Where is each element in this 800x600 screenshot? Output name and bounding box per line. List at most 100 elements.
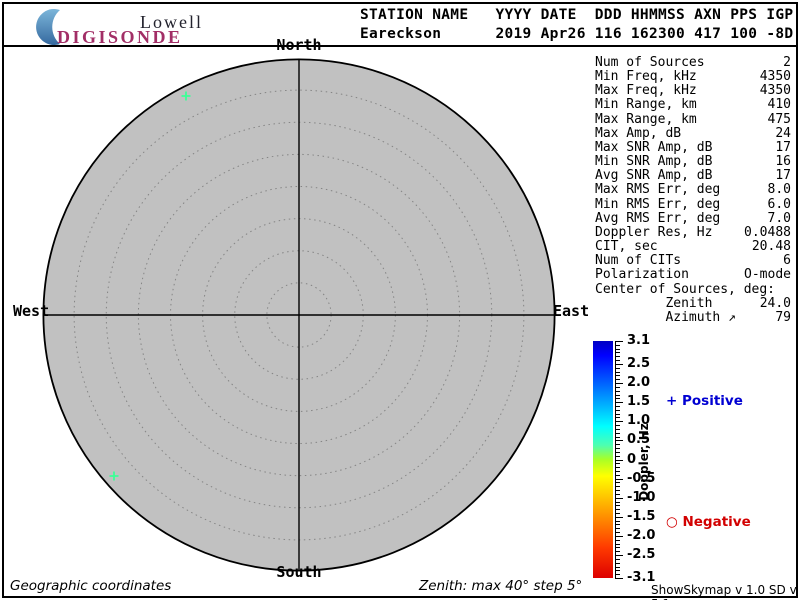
colorbar-minor-tick (615, 482, 620, 484)
colorbar-tick-label: 2.5 (627, 355, 651, 371)
footer-zenith-scale-label: Zenith: max 40° step 5° (419, 578, 583, 594)
colorbar-title: Doppler, Hz (637, 423, 651, 501)
info-row: Avg RMS Err, deg 7.0 (595, 210, 791, 226)
colorbar-major-tick (615, 555, 623, 557)
colorbar-minor-tick (615, 474, 620, 476)
colorbar-tick-label: -1.5 (627, 508, 656, 524)
colorbar-minor-tick (615, 379, 620, 381)
colorbar-major-tick (615, 440, 623, 442)
colorbar-major-tick (615, 363, 623, 365)
colorbar-minor-tick (615, 562, 620, 564)
colorbar-tick-label: -2.5 (627, 547, 656, 563)
colorbar-minor-tick (615, 348, 620, 350)
legend-positive: + Positive (666, 393, 743, 409)
colorbar-minor-tick (615, 551, 620, 553)
compass-south-label: South (276, 563, 322, 581)
colorbar-major-tick (615, 497, 623, 499)
compass-east-label: East (553, 302, 590, 320)
colorbar-minor-tick (615, 520, 620, 522)
skymap-window: Lowell DIGISONDE STATION NAME YYYY DATE … (0, 0, 800, 600)
colorbar-minor-tick (615, 375, 620, 377)
info-row: Max Freq, kHz 4350 (595, 83, 791, 99)
header-column-names: STATION NAME YYYY DATE DDD HHMMSS AXN PP… (360, 7, 794, 23)
compass-north-label: North (276, 36, 322, 54)
info-row: Min Range, km 410 (595, 97, 791, 113)
colorbar-major-tick (615, 421, 623, 423)
info-row: Zenith 24.0 (595, 295, 791, 311)
colorbar-minor-tick (615, 463, 620, 465)
colorbar-minor-tick (615, 539, 620, 541)
colorbar-minor-tick (615, 490, 620, 492)
info-row: Min Freq, kHz 4350 (595, 69, 791, 85)
footer-version-label: ShowSkymap v 1.0 SD v 5.1 (651, 583, 797, 600)
info-row: Max RMS Err, deg 8.0 (595, 182, 791, 198)
colorbar-minor-tick (615, 532, 620, 534)
info-row: Max SNR Amp, dB 17 (595, 139, 791, 155)
colorbar-minor-tick (615, 394, 620, 396)
info-row: Center of Sources, deg: (595, 281, 776, 297)
colorbar-minor-tick (615, 493, 620, 495)
colorbar-minor-tick (615, 524, 620, 526)
info-row: Num of CITs 6 (595, 253, 791, 269)
info-row: Avg SNR Amp, dB 17 (595, 168, 791, 184)
colorbar-minor-tick (615, 360, 620, 362)
colorbar-major-tick (615, 578, 623, 579)
info-row: Doppler Res, Hz 0.0488 (595, 224, 791, 240)
colorbar-minor-tick (615, 558, 620, 560)
colorbar-minor-tick (615, 505, 620, 507)
info-row: Min RMS Err, deg 6.0 (595, 196, 791, 212)
colorbar-major-tick (615, 535, 623, 537)
colorbar-minor-tick (615, 386, 620, 388)
info-row: Polarization O-mode (595, 267, 791, 283)
header-station-values: Eareckson 2019 Apr26 116 162300 417 100 … (360, 26, 794, 42)
colorbar-minor-tick (615, 425, 620, 427)
colorbar-minor-tick (615, 501, 620, 503)
compass-west-label: West (13, 302, 50, 320)
colorbar-minor-tick (615, 528, 620, 530)
colorbar-minor-tick (615, 513, 620, 515)
colorbar-tick-label: 0 (627, 451, 637, 467)
colorbar-minor-tick (615, 371, 620, 373)
info-row: Azimuth ↗ 79 (595, 309, 791, 325)
colorbar-minor-tick (615, 432, 620, 434)
colorbar-minor-tick (615, 547, 620, 549)
colorbar-minor-tick (615, 344, 620, 346)
colorbar-minor-tick (615, 417, 620, 419)
colorbar-minor-tick (615, 570, 620, 572)
colorbar-minor-tick (615, 467, 620, 469)
info-row: Max Range, km 475 (595, 111, 791, 127)
colorbar-minor-tick (615, 390, 620, 392)
colorbar-minor-tick (615, 451, 620, 453)
info-panel: Num of Sources 2 Min Freq, kHz 4350 Max Freq… (595, 55, 791, 325)
colorbar-minor-tick (615, 428, 620, 430)
colorbar-minor-tick (615, 413, 620, 415)
info-row: Min SNR Amp, dB 16 (595, 154, 791, 170)
colorbar-major-tick (615, 516, 623, 518)
colorbar-minor-tick (615, 543, 620, 545)
skymap-polar-plot (42, 58, 556, 572)
footer-coordinates-label: Geographic coordinates (10, 578, 172, 594)
colorbar-minor-tick (615, 470, 620, 472)
colorbar-minor-tick (615, 455, 620, 457)
colorbar-minor-tick (615, 398, 620, 400)
colorbar-tick-label: 3.1 (627, 333, 651, 348)
colorbar-minor-tick (615, 436, 620, 438)
doppler-colorbar (593, 341, 613, 578)
colorbar-major-tick (615, 459, 623, 461)
colorbar-major-tick (615, 383, 623, 385)
colorbar-minor-tick (615, 509, 620, 511)
colorbar-minor-tick (615, 352, 620, 354)
legend-negative: ○ Negative (666, 514, 751, 530)
colorbar-minor-tick (615, 405, 620, 407)
colorbar-minor-tick (615, 409, 620, 411)
info-row: Num of Sources 2 (595, 55, 791, 70)
colorbar-tick-label: 2.0 (627, 375, 651, 391)
colorbar-tick-label: -2.0 (627, 527, 656, 543)
info-row: CIT, sec 20.48 (595, 239, 791, 255)
colorbar-minor-tick (615, 486, 620, 488)
colorbar-minor-tick (615, 367, 620, 369)
colorbar-tick-label: 1.5 (627, 394, 651, 410)
colorbar-major-tick (615, 341, 623, 342)
colorbar-minor-tick (615, 566, 620, 568)
colorbar-minor-tick (615, 444, 620, 446)
